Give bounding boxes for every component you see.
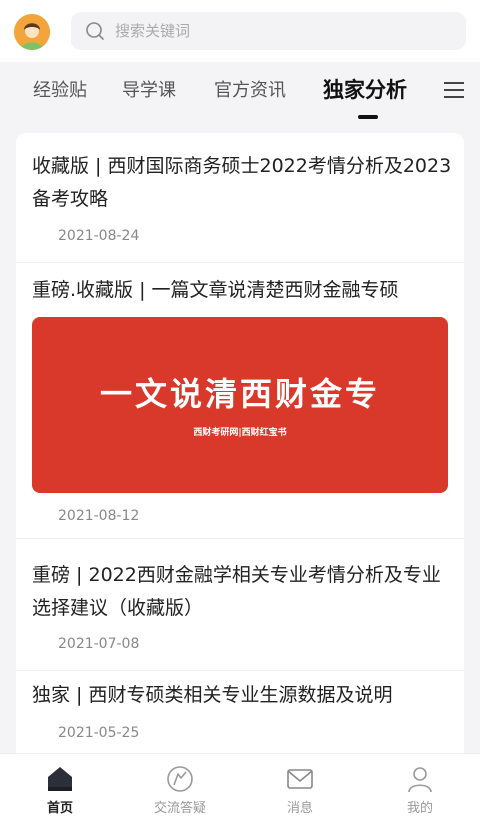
- search-placeholder: 搜索关键词: [115, 22, 191, 40]
- home-icon: [48, 767, 72, 791]
- article-title[interactable]: 收藏版 | 西财国际商务硕士2022考情分析及2023备考攻略: [32, 150, 452, 216]
- article-date: 2021-08-12: [58, 508, 140, 524]
- list-item[interactable]: 独家 | 西财专硕类相关专业生源数据及说明 2021-05-25: [16, 671, 464, 753]
- article-banner-image[interactable]: 一文说清西财金专 西财考研网|西财红宝书: [32, 317, 448, 493]
- nav-home[interactable]: 首页: [0, 754, 120, 819]
- article-title[interactable]: 重磅 | 2022西财金融学相关专业考情分析及专业选择建议（收藏版）: [32, 559, 452, 625]
- user-icon: [408, 767, 432, 793]
- nav-home-label: 首页: [46, 801, 73, 816]
- banner-subtitle: 西财考研网|西财红宝书: [193, 428, 287, 438]
- nav-qa-label: 交流答疑: [153, 801, 206, 816]
- menu-icon[interactable]: [443, 80, 465, 100]
- nav-profile[interactable]: 我的: [360, 754, 480, 819]
- nav-messages-label: 消息: [286, 801, 313, 816]
- banner-title: 一文说清西财金专: [99, 375, 380, 413]
- tab-official-news[interactable]: 官方资讯: [214, 76, 286, 102]
- article-date: 2021-05-25: [58, 725, 140, 741]
- bottom-nav: 首页 交流答疑 消息 我的: [0, 753, 480, 819]
- tab-courses[interactable]: 导学课: [122, 76, 176, 102]
- list-item[interactable]: 重磅 | 2022西财金融学相关专业考情分析及专业选择建议（收藏版） 2021-…: [16, 539, 464, 670]
- article-title[interactable]: 独家 | 西财专硕类相关专业生源数据及说明: [32, 679, 452, 712]
- article-list: 收藏版 | 西财国际商务硕士2022考情分析及2023备考攻略 2021-08-…: [16, 133, 464, 753]
- nav-messages[interactable]: 消息: [240, 754, 360, 819]
- category-tabs: 经验贴 导学课 官方资讯 独家分析: [0, 62, 480, 119]
- article-date: 2021-08-24: [58, 228, 140, 244]
- tab-exclusive-analysis[interactable]: 独家分析: [323, 74, 407, 104]
- article-date: 2021-07-08: [58, 636, 140, 652]
- nav-profile-label: 我的: [406, 801, 433, 816]
- mail-icon: [287, 769, 313, 789]
- qa-icon: [167, 766, 193, 792]
- tab-experience[interactable]: 经验贴: [33, 76, 87, 102]
- article-title[interactable]: 重磅.收藏版 | 一篇文章说清楚西财金融专硕: [32, 274, 452, 307]
- top-bar: 搜索关键词: [0, 0, 480, 62]
- nav-qa[interactable]: 交流答疑: [120, 754, 240, 819]
- avatar-icon: [14, 14, 50, 50]
- search-icon: [86, 22, 104, 40]
- list-item[interactable]: 收藏版 | 西财国际商务硕士2022考情分析及2023备考攻略 2021-08-…: [16, 133, 464, 262]
- active-tab-indicator: [358, 115, 378, 119]
- search-bar[interactable]: 搜索关键词: [71, 12, 466, 50]
- avatar[interactable]: [14, 14, 50, 50]
